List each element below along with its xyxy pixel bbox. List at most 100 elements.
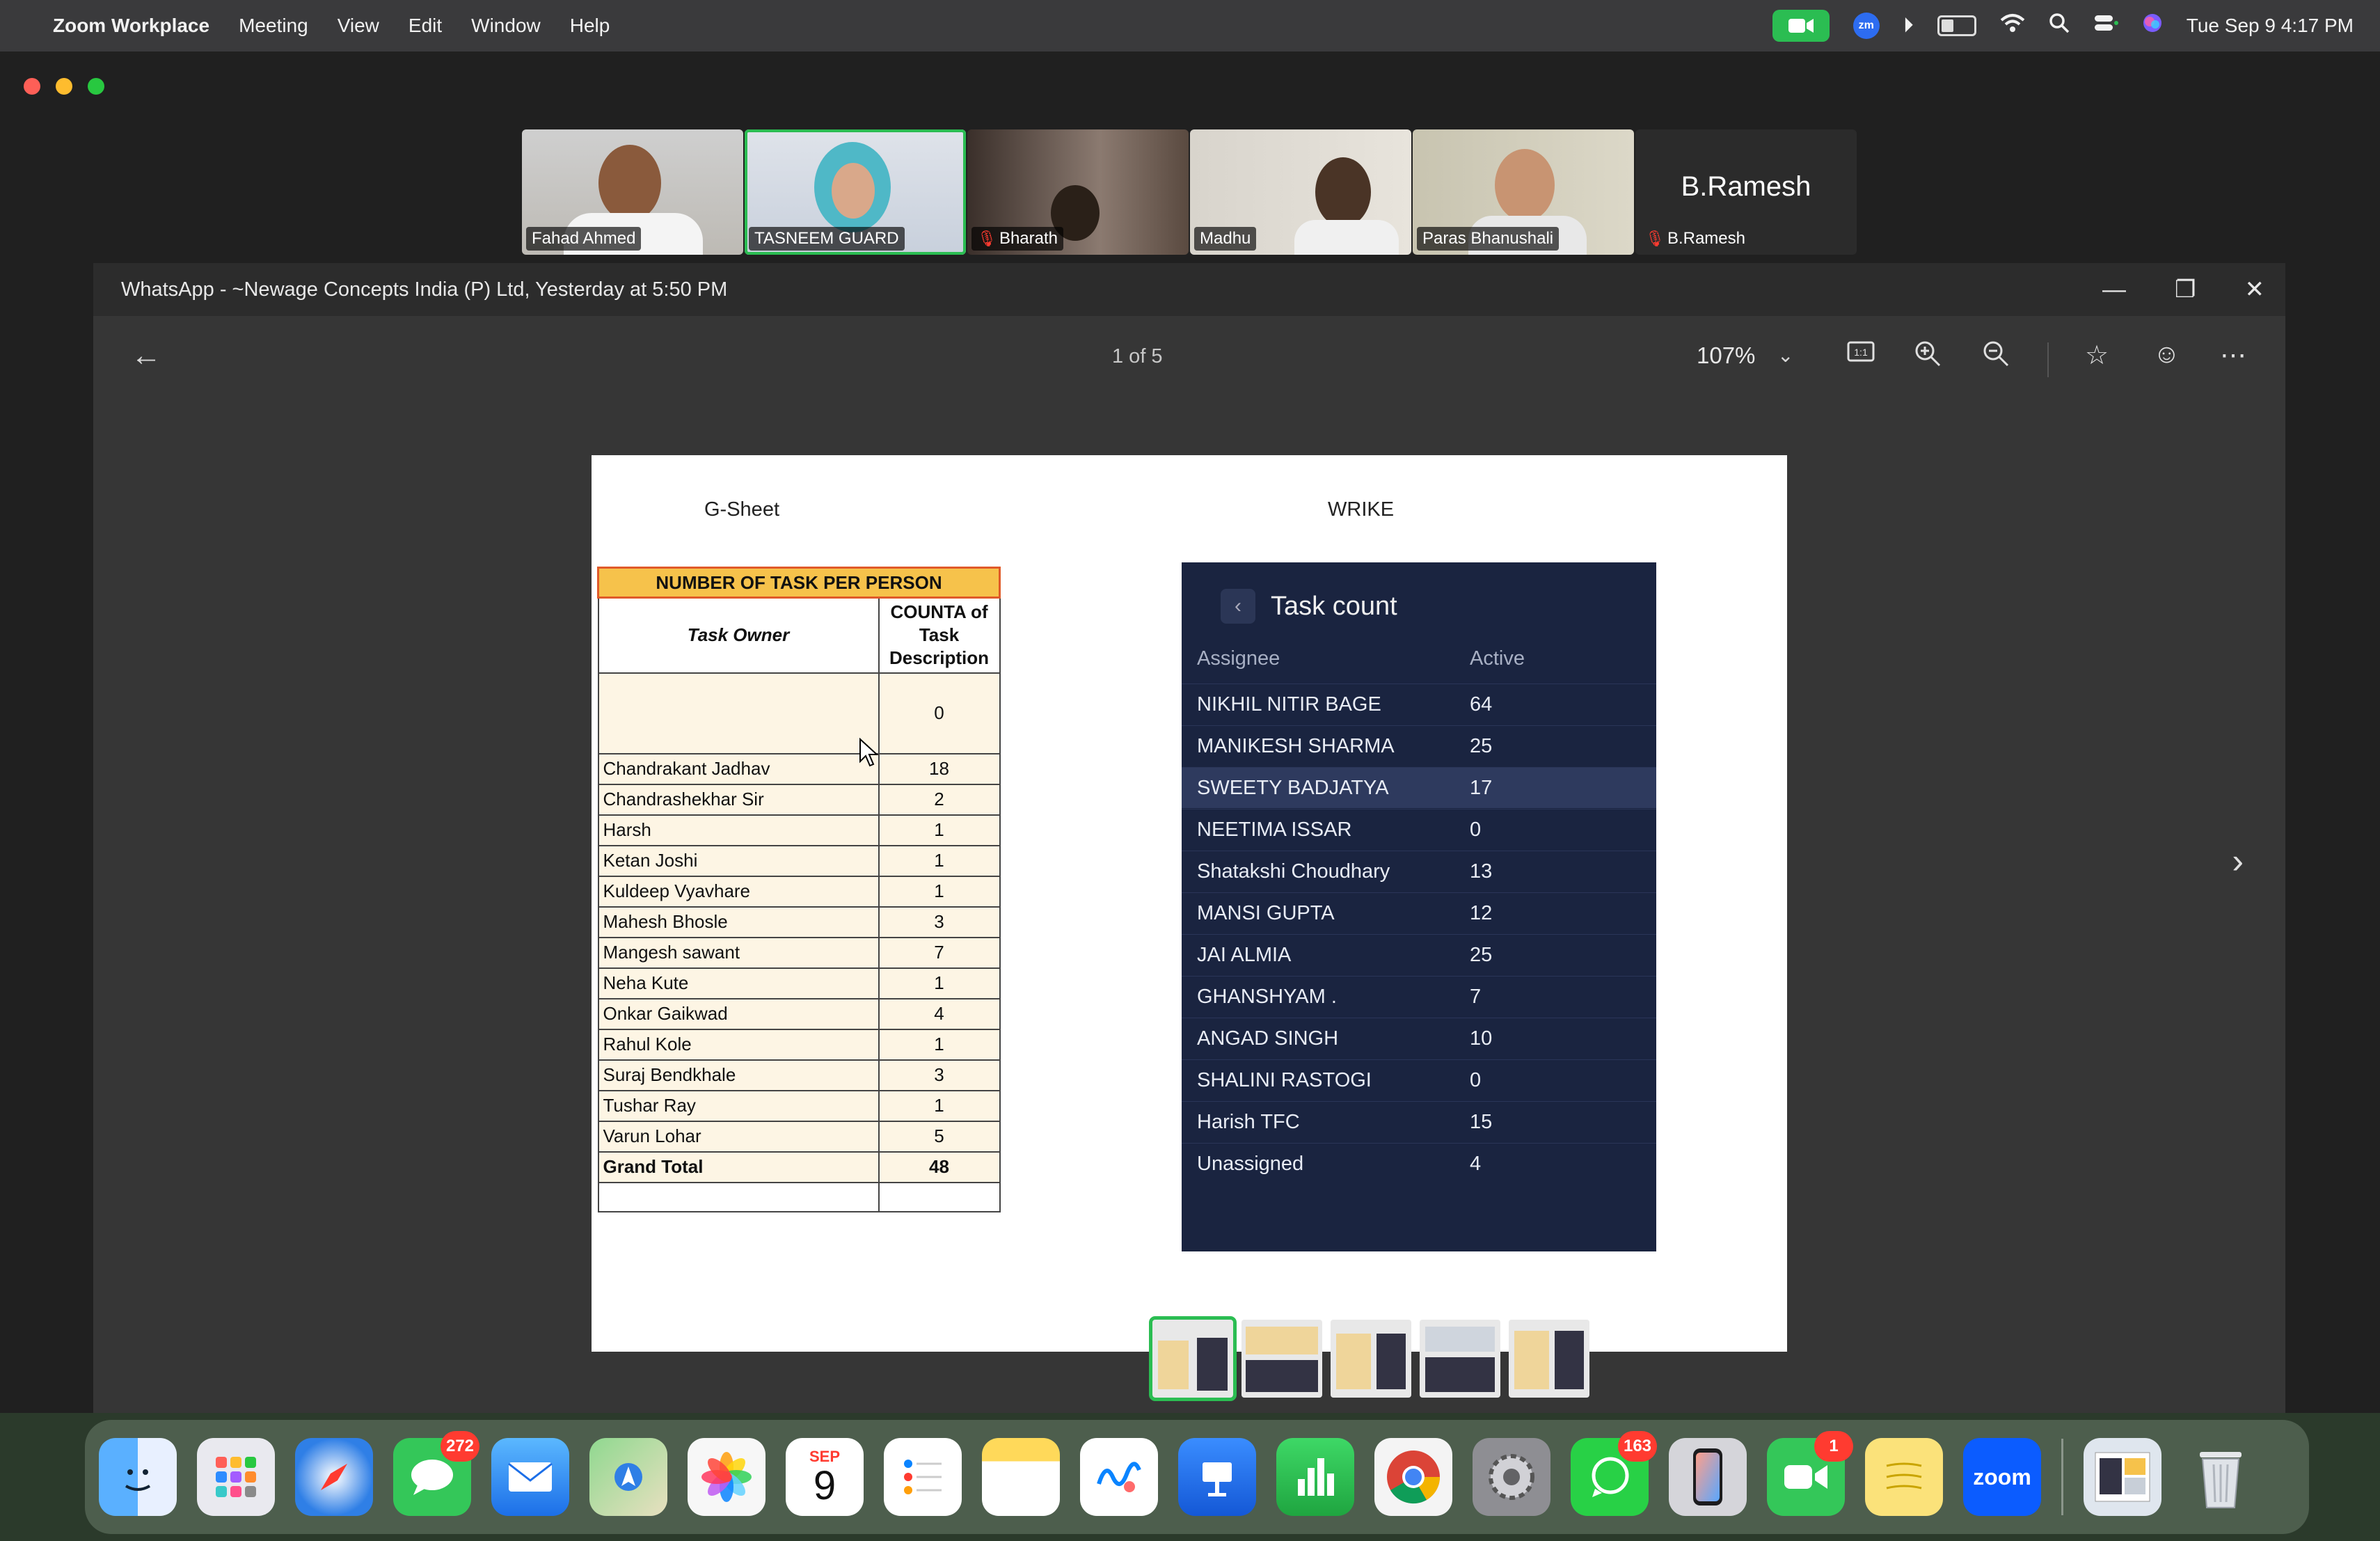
emoji-react-icon[interactable]: ☺ bbox=[2153, 340, 2180, 370]
participant-tile[interactable]: B.Ramesh 🎙︎ B.Ramesh bbox=[1635, 129, 1857, 255]
assignee-name: NIKHIL NITIR BAGE bbox=[1197, 693, 1381, 716]
dock-divider bbox=[2061, 1439, 2063, 1515]
menu-help[interactable]: Help bbox=[570, 15, 610, 37]
safari-icon[interactable] bbox=[295, 1438, 373, 1516]
launchpad-icon[interactable] bbox=[197, 1438, 275, 1516]
table-row: Chandrashekhar Sir 2 bbox=[597, 783, 1001, 816]
next-page-arrow-icon[interactable]: › bbox=[2232, 841, 2244, 881]
owner-cell: Rahul Kole bbox=[597, 1028, 880, 1061]
assignee-name: MANIKESH SHARMA bbox=[1197, 734, 1395, 757]
menu-window[interactable]: Window bbox=[471, 15, 541, 37]
facetime-icon[interactable]: 1 bbox=[1767, 1431, 1853, 1516]
zoom-in-icon[interactable] bbox=[1914, 340, 1942, 374]
minimize-icon[interactable]: — bbox=[2102, 276, 2126, 303]
numbers-icon[interactable] bbox=[1276, 1438, 1354, 1516]
calendar-day: 9 bbox=[813, 1463, 836, 1508]
chrome-icon[interactable] bbox=[1374, 1438, 1452, 1516]
gsheet-header: NUMBER OF TASK PER PERSON bbox=[597, 567, 1001, 599]
menu-meeting[interactable]: Meeting bbox=[239, 15, 308, 37]
list-item: JAI ALMIA 25 bbox=[1182, 934, 1656, 975]
close-icon[interactable]: ✕ bbox=[2245, 276, 2265, 303]
document-preview-icon[interactable] bbox=[2084, 1438, 2161, 1516]
participant-name: B.Ramesh bbox=[1667, 229, 1745, 248]
menu-app-name[interactable]: Zoom Workplace bbox=[53, 15, 209, 37]
page-thumbnail-3[interactable] bbox=[1331, 1320, 1411, 1398]
count-cell: 18 bbox=[878, 752, 1001, 785]
count-cell: 1 bbox=[878, 814, 1001, 846]
menu-view[interactable]: View bbox=[338, 15, 379, 37]
whatsapp-icon[interactable]: 163 bbox=[1571, 1431, 1657, 1516]
minimize-window-button[interactable] bbox=[56, 78, 72, 95]
participant-name: Paras Bhanushali bbox=[1422, 229, 1554, 248]
messages-icon[interactable]: 272 bbox=[393, 1431, 479, 1516]
zoom-level[interactable]: 107% bbox=[1697, 342, 1755, 369]
participant-tile[interactable]: Madhu bbox=[1190, 129, 1411, 255]
assignee-name: Shatakshi Choudhary bbox=[1197, 860, 1390, 883]
restore-icon[interactable]: ❐ bbox=[2175, 276, 2196, 303]
close-window-button[interactable] bbox=[24, 78, 40, 95]
star-icon[interactable]: ☆ bbox=[2085, 340, 2109, 371]
column-header-assignee: Assignee bbox=[1197, 647, 1280, 670]
control-center-icon[interactable] bbox=[2093, 13, 2118, 38]
chevron-down-icon[interactable]: ⌄ bbox=[1777, 344, 1793, 367]
iphone-mirroring-icon[interactable] bbox=[1669, 1438, 1747, 1516]
muted-mic-icon: 🎙︎ bbox=[977, 230, 997, 247]
zoom-out-icon[interactable] bbox=[1982, 340, 2010, 374]
clock[interactable]: Tue Sep 9 4:17 PM bbox=[2187, 15, 2354, 37]
list-item: MANSI GUPTA 12 bbox=[1182, 892, 1656, 933]
stickies-icon[interactable] bbox=[1865, 1438, 1943, 1516]
page-thumbnail-4[interactable] bbox=[1420, 1320, 1500, 1398]
wifi-icon[interactable] bbox=[2000, 13, 2025, 38]
active-count: 0 bbox=[1470, 1068, 1482, 1091]
mail-icon[interactable] bbox=[491, 1438, 569, 1516]
play-icon[interactable]: ⏵ bbox=[1903, 14, 1914, 38]
zoom-video-status-icon[interactable] bbox=[1772, 10, 1830, 42]
wrike-title: Task count bbox=[1271, 591, 1397, 621]
zoom-menu-icon[interactable]: zm bbox=[1853, 13, 1880, 39]
zoom-icon[interactable]: zoom bbox=[1963, 1438, 2041, 1516]
system-settings-icon[interactable] bbox=[1473, 1438, 1550, 1516]
count-cell: 1 bbox=[878, 1089, 1001, 1122]
battery-icon[interactable] bbox=[1937, 15, 1976, 36]
photos-icon[interactable] bbox=[688, 1438, 765, 1516]
participant-tile[interactable]: Paras Bhanushali bbox=[1413, 129, 1634, 255]
reminders-icon[interactable] bbox=[884, 1438, 962, 1516]
messages-badge: 272 bbox=[441, 1431, 479, 1462]
page-thumbnail-2[interactable] bbox=[1241, 1320, 1322, 1398]
active-count: 15 bbox=[1470, 1110, 1493, 1133]
notes-icon[interactable] bbox=[982, 1438, 1060, 1516]
count-cell: 1 bbox=[878, 1028, 1001, 1061]
menu-edit[interactable]: Edit bbox=[408, 15, 442, 37]
owner-cell: Onkar Gaikwad bbox=[597, 997, 880, 1030]
spotlight-search-icon[interactable] bbox=[2049, 13, 2070, 39]
trash-icon[interactable] bbox=[2182, 1438, 2260, 1516]
more-options-icon[interactable]: ⋯ bbox=[2220, 340, 2246, 371]
actual-size-icon[interactable]: 1:1 bbox=[1847, 340, 1875, 370]
maps-icon[interactable] bbox=[589, 1438, 667, 1516]
active-count: 64 bbox=[1470, 693, 1493, 716]
back-arrow-icon[interactable]: ← bbox=[131, 338, 161, 373]
finder-icon[interactable] bbox=[99, 1438, 177, 1516]
fullscreen-window-button[interactable] bbox=[88, 78, 104, 95]
column-header-active: Active bbox=[1470, 647, 1525, 670]
freeform-icon[interactable] bbox=[1080, 1438, 1158, 1516]
page-thumbnail-1[interactable] bbox=[1149, 1316, 1237, 1401]
assignee-name: Unassigned bbox=[1197, 1152, 1304, 1175]
assignee-name: Harish TFC bbox=[1197, 1110, 1300, 1133]
participant-tile[interactable]: 🎙︎ Bharath bbox=[967, 129, 1189, 255]
page-thumbnail-5[interactable] bbox=[1509, 1320, 1589, 1398]
owner-cell: Ketan Joshi bbox=[597, 844, 880, 877]
list-item: Harish TFC 15 bbox=[1182, 1101, 1656, 1142]
menu-bar: Zoom Workplace Meeting View Edit Window … bbox=[0, 0, 2380, 52]
keynote-icon[interactable] bbox=[1178, 1438, 1256, 1516]
gsheet-table: NUMBER OF TASK PER PERSON Task Owner COU… bbox=[597, 567, 1001, 1212]
table-row: Harsh 1 bbox=[597, 814, 1001, 846]
window-controls bbox=[24, 78, 104, 95]
active-count: 10 bbox=[1470, 1027, 1493, 1050]
owner-cell: Tushar Ray bbox=[597, 1089, 880, 1122]
participant-tile[interactable]: Fahad Ahmed bbox=[522, 129, 743, 255]
calendar-icon[interactable]: SEP 9 bbox=[786, 1438, 864, 1516]
siri-icon[interactable] bbox=[2142, 13, 2163, 39]
participant-name: Fahad Ahmed bbox=[532, 229, 636, 248]
participant-tile-active-speaker[interactable]: TASNEEM GUARD bbox=[745, 129, 966, 255]
